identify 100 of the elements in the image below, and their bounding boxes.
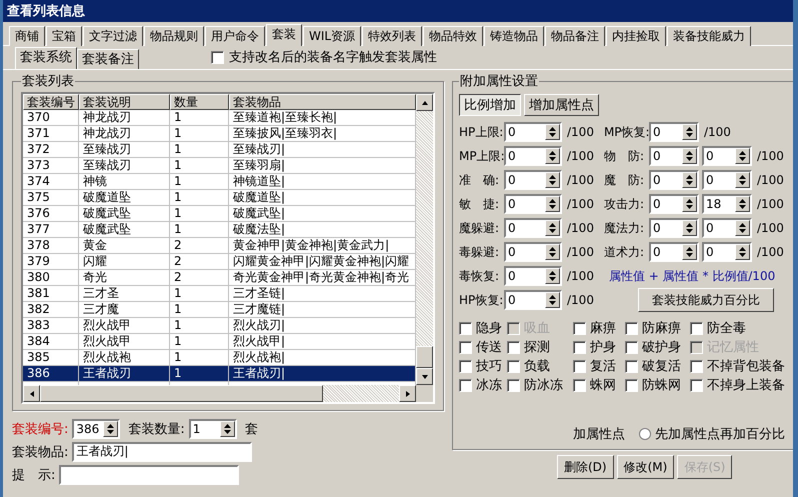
- checkbox[interactable]: [573, 360, 586, 372]
- checkbox[interactable]: [625, 322, 638, 334]
- checkbox[interactable]: [690, 360, 703, 372]
- table-row[interactable]: 386 王者战刃 1 王者战刃|: [23, 366, 416, 382]
- checkbox[interactable]: [573, 340, 586, 354]
- checkbox[interactable]: [625, 378, 638, 392]
- checkbox[interactable]: [690, 322, 703, 334]
- spin-button[interactable]: [545, 124, 560, 140]
- checkbox[interactable]: [459, 340, 472, 354]
- table-row[interactable]: 379 闪耀 2 闪耀黄金神甲|闪耀黄金神袍|闪耀: [23, 254, 416, 270]
- table-row[interactable]: 384 烈火战甲 1 烈火战甲|: [23, 334, 416, 350]
- scroll-right-button[interactable]: [399, 385, 416, 402]
- spin-button[interactable]: [682, 124, 697, 140]
- table-row[interactable]: 380 奇光 2 奇光黄金神甲|奇光黄金神袍|奇光: [23, 270, 416, 286]
- table-row[interactable]: 375 破魔道坠 1 破魔道坠|: [23, 190, 416, 206]
- spin-field[interactable]: 0: [648, 242, 699, 262]
- input-field[interactable]: [59, 464, 240, 484]
- scroll-down-button[interactable]: [416, 368, 433, 385]
- column-header[interactable]: 套装物品: [229, 94, 416, 110]
- spin-button[interactable]: [545, 220, 560, 236]
- table-row[interactable]: 378 黄金 2 黄金神甲|黄金神袍|黄金武力|: [23, 238, 416, 254]
- table-row[interactable]: 381 三才圣 1 三才圣链|: [23, 286, 416, 302]
- tab[interactable]: 文字过滤: [83, 26, 143, 46]
- column-header[interactable]: 数量: [170, 94, 229, 110]
- tab[interactable]: 特效列表: [362, 26, 422, 46]
- spin-button[interactable]: [682, 244, 697, 260]
- spin-button[interactable]: [545, 244, 560, 260]
- spin-field[interactable]: 0: [648, 122, 699, 142]
- action-button[interactable]: 删除(D): [557, 455, 614, 479]
- spin-button[interactable]: [103, 420, 118, 436]
- table-row[interactable]: 373 至臻战刃 1 至臻羽扇|: [23, 158, 416, 174]
- spin-field[interactable]: 386: [72, 418, 120, 438]
- mode-button[interactable]: 比例增加: [459, 94, 521, 116]
- spin-button[interactable]: [545, 268, 560, 284]
- table-row[interactable]: 374 神镜 1 神镜道坠|: [23, 174, 416, 190]
- tab[interactable]: WIL资源: [303, 26, 362, 46]
- checkbox[interactable]: [573, 378, 586, 392]
- table-row[interactable]: 377 破魔武坠 1 破魔法坠|: [23, 222, 416, 238]
- tab[interactable]: 铸造物品: [484, 26, 544, 46]
- checkbox[interactable]: [625, 340, 638, 354]
- checkbox[interactable]: [507, 378, 520, 392]
- spin-field[interactable]: 0: [504, 290, 562, 310]
- column-header[interactable]: 套装说明: [79, 94, 170, 110]
- tab[interactable]: 套装: [266, 24, 302, 46]
- horizontal-scrollbar[interactable]: [23, 385, 416, 402]
- spin-field[interactable]: 0: [504, 218, 562, 238]
- checkbox[interactable]: [690, 378, 703, 392]
- tab[interactable]: 套装备注: [77, 49, 139, 69]
- table-row[interactable]: 372 至臻战刃 1 至臻战刃|: [23, 142, 416, 158]
- spin-field[interactable]: 0: [504, 194, 562, 214]
- table-row[interactable]: 370 神龙战刃 1 至臻道袍|至臻长袍|: [23, 110, 416, 126]
- table-row[interactable]: 376 破魔武坠 1 破魔武坠|: [23, 206, 416, 222]
- spin-button[interactable]: [682, 196, 697, 212]
- spin-field[interactable]: 0: [648, 170, 699, 190]
- scroll-up-button[interactable]: [416, 94, 433, 111]
- spin-field[interactable]: 0: [702, 146, 752, 166]
- tab[interactable]: 宝箱: [46, 26, 82, 46]
- checkbox[interactable]: [625, 360, 638, 372]
- spin-field[interactable]: 0: [504, 170, 562, 190]
- spin-button[interactable]: [682, 148, 697, 164]
- scroll-thumb[interactable]: [416, 346, 433, 368]
- scroll-thumb[interactable]: [40, 385, 323, 402]
- tab[interactable]: 物品规则: [144, 26, 204, 46]
- tab[interactable]: 物品备注: [545, 26, 606, 46]
- mode-button[interactable]: 增加属性点: [524, 94, 599, 116]
- tab[interactable]: 套装系统: [15, 47, 77, 69]
- input-field[interactable]: 王者战刃|: [72, 442, 252, 462]
- spin-field[interactable]: 0: [702, 170, 752, 190]
- spin-button[interactable]: [545, 172, 560, 188]
- spin-button[interactable]: [545, 292, 560, 308]
- spin-button[interactable]: [545, 196, 560, 212]
- spin-field[interactable]: 0: [504, 122, 562, 142]
- spin-field[interactable]: 0: [504, 266, 562, 286]
- skill-power-button[interactable]: 套装技能威力百分比: [638, 288, 774, 312]
- spin-field[interactable]: 18: [702, 194, 752, 214]
- scroll-left-button[interactable]: [23, 385, 40, 402]
- spin-button[interactable]: [682, 220, 697, 236]
- spin-field[interactable]: 0: [702, 218, 752, 238]
- spin-field[interactable]: 0: [648, 194, 699, 214]
- spin-button[interactable]: [734, 196, 750, 212]
- tab[interactable]: 装备技能威力: [667, 26, 752, 46]
- radio-button[interactable]: [639, 428, 651, 440]
- spin-field[interactable]: 0: [702, 242, 752, 262]
- spin-button[interactable]: [545, 148, 560, 164]
- tab[interactable]: 物品特效: [423, 26, 484, 46]
- tab[interactable]: 用户命令: [205, 26, 265, 46]
- column-header[interactable]: 套装编号: [23, 94, 79, 110]
- spin-button[interactable]: [734, 172, 750, 188]
- spin-button[interactable]: [734, 244, 750, 260]
- checkbox[interactable]: [211, 50, 224, 64]
- checkbox[interactable]: [459, 360, 472, 372]
- checkbox[interactable]: [573, 322, 586, 334]
- checkbox[interactable]: [507, 340, 520, 354]
- checkbox[interactable]: [507, 360, 520, 372]
- spin-button[interactable]: [734, 148, 750, 164]
- spin-button[interactable]: [734, 220, 750, 236]
- table-row[interactable]: 383 烈火战甲 1 烈火战刃|: [23, 318, 416, 334]
- checkbox[interactable]: [459, 378, 472, 392]
- spin-field[interactable]: 0: [648, 146, 699, 166]
- spin-field[interactable]: 1: [188, 418, 237, 438]
